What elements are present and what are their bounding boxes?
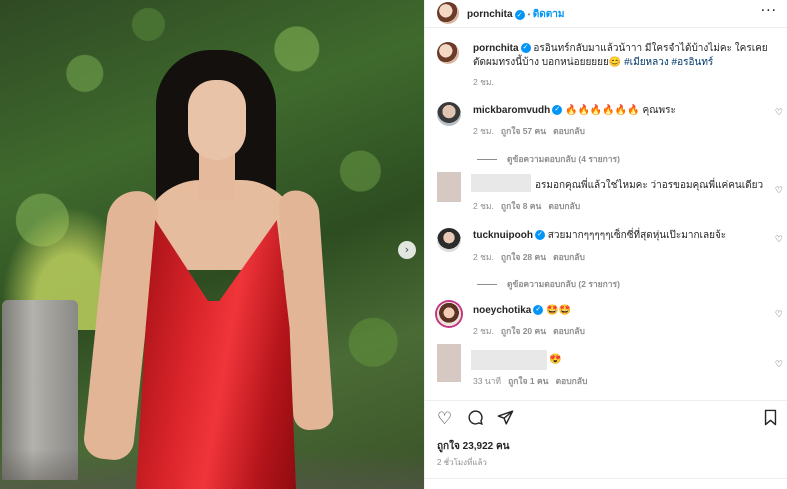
comment-avatar[interactable] <box>437 172 461 202</box>
comment-text: 🤩🤩 <box>546 305 572 316</box>
comment-body: mickbaromvudh ✓ 🔥🔥🔥🔥🔥🔥 คุณพระ <box>473 104 763 118</box>
hidden-username <box>471 174 531 192</box>
bookmark-icon[interactable] <box>763 409 778 431</box>
hidden-username <box>471 350 547 370</box>
comment-likes[interactable]: ถูกใจ 8 คน <box>501 201 541 211</box>
comment-meta: 2 ชม. ถูกใจ 57 คน ตอบกลับ <box>473 124 585 138</box>
replies-line <box>477 159 497 161</box>
verified-icon: ✓ <box>535 230 545 241</box>
caption-hashtags[interactable]: #เมียหลวง #อรอินทร์ <box>624 57 713 68</box>
comment-reply-button[interactable]: ตอบกลับ <box>553 252 585 262</box>
heart-icon[interactable]: ♡ <box>437 409 452 429</box>
face <box>188 80 246 160</box>
post-header: pornchita ✓ • ติดตาม ··· <box>425 0 787 28</box>
comment-time: 2 ชม. <box>473 326 494 336</box>
view-replies-button[interactable]: ดูข้อความตอบกลับ (2 รายการ) <box>477 277 620 291</box>
comment-time: 2 ชม. <box>473 126 494 136</box>
comment-reply-button[interactable]: ตอบกลับ <box>553 326 585 336</box>
caption-username[interactable]: pornchita <box>473 43 519 54</box>
comment-like-icon[interactable]: ♡ <box>775 360 783 370</box>
comment-like-icon[interactable]: ♡ <box>775 310 783 320</box>
comment-username[interactable]: tucknuipooh <box>473 230 533 241</box>
comment-like-icon[interactable]: ♡ <box>775 186 783 196</box>
caption: pornchita ✓ อรอินทร์กลับมาแล้วน้าาา มีใคร… <box>473 42 773 70</box>
comment-input-area[interactable] <box>425 478 787 489</box>
comment-time: 2 ชม. <box>473 252 494 262</box>
verified-icon: ✓ <box>520 43 531 54</box>
comment-likes[interactable]: ถูกใจ 20 คน <box>501 326 546 336</box>
comment-avatar[interactable] <box>437 344 461 382</box>
author-username[interactable]: pornchita <box>467 9 513 20</box>
post-photo[interactable]: › <box>0 0 424 489</box>
comment-text: 😍 <box>549 354 562 365</box>
post-side-panel: pornchita ✓ • ติดตาม ··· pornchita ✓ อรอิน… <box>424 0 787 489</box>
comment-text: อรมอกคุณพี่แล้วใช่ไหมคะ ว่าอรขอมคุณพี่แค… <box>535 180 764 191</box>
comment-likes[interactable]: ถูกใจ 1 คน <box>508 376 548 386</box>
verified-icon: ✓ <box>514 9 525 20</box>
comment-meta: 2 ชม. ถูกใจ 8 คน ตอบกลับ <box>473 199 580 213</box>
comment-text: สวยมากๆๆๆๆๆเซ็กซี่ที่สุดหุ่นเป๊ะมากเลยจ้… <box>547 230 727 241</box>
comment-text: 🔥🔥🔥🔥🔥🔥 คุณพระ <box>565 105 676 116</box>
caption-time: 2 ชม. <box>473 77 494 87</box>
author-avatar[interactable] <box>437 2 459 24</box>
send-icon[interactable] <box>497 409 514 431</box>
comment-body: tucknuipooh ✓ สวยมากๆๆๆๆๆเซ็กซี่ที่สุดหุ่… <box>473 229 763 243</box>
view-replies-button[interactable]: ดูข้อความตอบกลับ (4 รายการ) <box>477 152 620 166</box>
comment-avatar[interactable] <box>437 302 461 326</box>
view-replies-label: ดูข้อความตอบกลับ (2 รายการ) <box>507 279 620 289</box>
comment-like-icon[interactable]: ♡ <box>775 108 783 118</box>
comment-time: 2 ชม. <box>473 201 494 211</box>
caption-avatar[interactable] <box>437 42 459 64</box>
verified-icon: ✓ <box>552 105 563 116</box>
post-time: 2 ชั่วโมงที่แล้ว <box>437 458 487 467</box>
comment-reply-button[interactable]: ตอบกลับ <box>553 126 585 136</box>
follow-button[interactable]: ติดตาม <box>533 9 565 20</box>
comment-likes[interactable]: ถูกใจ 57 คน <box>501 126 546 136</box>
next-photo-button[interactable]: › <box>398 241 416 259</box>
author-line: pornchita ✓ • ติดตาม <box>467 7 564 22</box>
comment-likes[interactable]: ถูกใจ 28 คน <box>501 252 546 262</box>
comment-like-icon[interactable]: ♡ <box>775 235 783 245</box>
comment-time: 33 นาที <box>473 376 502 386</box>
comment-meta: 2 ชม. ถูกใจ 20 คน ตอบกลับ <box>473 324 585 338</box>
comment-body: noeychotika ✓ 🤩🤩 <box>473 304 763 318</box>
comment-avatar[interactable] <box>437 102 461 126</box>
verified-icon: ✓ <box>533 305 544 316</box>
replies-line <box>477 284 497 286</box>
woman-figure <box>82 50 346 489</box>
comment-meta: 33 นาที ถูกใจ 1 คน ตอบกลับ <box>473 374 587 388</box>
comment-username[interactable]: noeychotika <box>473 305 531 316</box>
action-bar: ♡ <box>425 400 787 436</box>
comment-meta: 2 ชม. ถูกใจ 28 คน ตอบกลับ <box>473 250 585 264</box>
comment-reply-button[interactable]: ตอบกลับ <box>548 201 580 211</box>
comment-reply-button[interactable]: ตอบกลับ <box>556 376 588 386</box>
more-options-icon[interactable]: ··· <box>761 3 777 19</box>
likes-count[interactable]: ถูกใจ 23,922 คน <box>437 439 510 454</box>
comment-icon[interactable] <box>467 409 484 431</box>
comment-avatar[interactable] <box>437 228 461 252</box>
comment-username[interactable]: mickbaromvudh <box>473 105 550 116</box>
view-replies-label: ดูข้อความตอบกลับ (4 รายการ) <box>507 154 620 164</box>
